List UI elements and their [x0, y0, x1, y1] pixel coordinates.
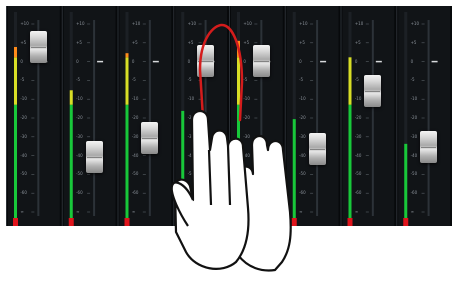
- pinch-gesture-hand-icon: [170, 23, 292, 272]
- gesture-loop-arrow: [198, 23, 244, 122]
